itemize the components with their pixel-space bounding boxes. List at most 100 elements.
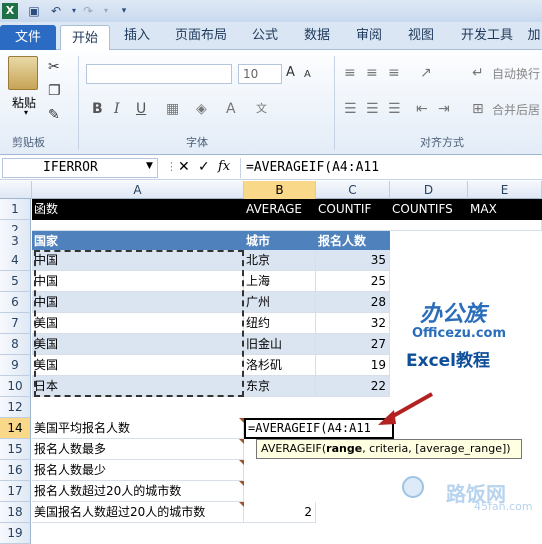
tab-review[interactable]: 审阅 <box>348 22 390 50</box>
cell-b3[interactable]: 城市 <box>244 231 316 250</box>
column-header-d[interactable]: D <box>390 181 468 199</box>
align-center-icon[interactable]: ☰ <box>366 100 379 118</box>
column-header-a[interactable]: A <box>32 181 244 199</box>
fill-color-icon[interactable]: ◈ <box>196 100 207 118</box>
tab-data[interactable]: 数据 <box>296 22 338 50</box>
row-header[interactable]: 15 <box>0 439 31 460</box>
cell-b18[interactable]: 2 <box>244 502 316 523</box>
cell-a4[interactable]: 中国 <box>32 250 244 271</box>
name-box[interactable]: IFERROR <box>2 158 158 178</box>
align-bottom-icon[interactable]: ≡ <box>388 64 400 82</box>
format-painter-icon[interactable]: ✎ <box>48 106 60 124</box>
cell-a1[interactable]: 函数 <box>32 199 244 220</box>
cell-a17[interactable]: 报名人数超过20人的城市数 <box>32 481 244 502</box>
grow-font-icon[interactable]: A <box>286 64 295 82</box>
border-icon[interactable]: ▦ <box>166 100 179 118</box>
font-size-box[interactable]: 10 <box>238 64 282 84</box>
copy-icon[interactable]: ❐ <box>48 82 61 100</box>
row-header[interactable]: 19 <box>0 523 31 544</box>
cell-a9[interactable]: 美国 <box>32 355 244 376</box>
increase-indent-icon[interactable]: ⇥ <box>438 100 450 118</box>
phonetic-icon[interactable]: 文 <box>256 100 267 118</box>
cell-a3[interactable]: 国家 <box>32 231 244 250</box>
align-left-icon[interactable]: ☰ <box>344 100 357 118</box>
cell-b8[interactable]: 旧金山 <box>244 334 316 355</box>
cell-c8[interactable]: 27 <box>316 334 390 355</box>
tab-home[interactable]: 开始 <box>60 25 110 51</box>
cell-c1[interactable]: COUNTIF <box>316 199 390 220</box>
cell-b1[interactable]: AVERAGE <box>244 199 316 220</box>
row-header[interactable]: 18 <box>0 502 31 523</box>
customize-toolbar-icon[interactable]: ▾ <box>116 3 132 19</box>
tab-page-layout[interactable]: 页面布局 <box>166 22 236 50</box>
cell-b6[interactable]: 广州 <box>244 292 316 313</box>
row-header[interactable]: 5 <box>0 271 31 292</box>
cancel-icon[interactable]: ✕ <box>178 159 190 175</box>
cell-a10[interactable]: 日本 <box>32 376 244 397</box>
save-icon[interactable]: ▣ <box>26 3 42 19</box>
tab-formulas[interactable]: 公式 <box>244 22 286 50</box>
cut-icon[interactable]: ✂ <box>48 58 60 76</box>
font-color-icon[interactable]: A <box>226 100 236 118</box>
align-top-icon[interactable]: ≡ <box>344 64 356 82</box>
row-header[interactable]: 4 <box>0 250 31 271</box>
cell-b5[interactable]: 上海 <box>244 271 316 292</box>
column-header-c[interactable]: C <box>316 181 390 199</box>
row-2-blank[interactable] <box>32 220 542 231</box>
tooltip-current-argument[interactable]: range <box>326 442 362 455</box>
bold-button[interactable]: B <box>92 100 103 118</box>
row-header[interactable]: 3 <box>0 231 31 252</box>
undo-icon[interactable]: ↶ <box>48 3 64 19</box>
merge-center-button[interactable]: 合并后居 <box>492 101 540 118</box>
cell-c4[interactable]: 35 <box>316 250 390 271</box>
paste-dropdown-icon[interactable]: ▾ <box>24 108 28 117</box>
cell-c3[interactable]: 报名人数 <box>316 231 390 250</box>
row-header-active[interactable]: 14 <box>0 418 31 439</box>
cell-e1[interactable]: MAX <box>468 199 542 220</box>
cell-c9[interactable]: 19 <box>316 355 390 376</box>
redo-dropdown-icon[interactable]: ▾ <box>98 3 114 19</box>
italic-button[interactable]: I <box>114 100 120 118</box>
font-name-box[interactable] <box>86 64 232 84</box>
orientation-icon[interactable]: ↗ <box>420 64 432 82</box>
cell-c7[interactable]: 32 <box>316 313 390 334</box>
insert-function-icon[interactable]: fx <box>218 159 230 174</box>
redo-icon[interactable]: ↷ <box>80 3 96 19</box>
tab-addins[interactable]: 加 <box>526 22 542 50</box>
cell-c5[interactable]: 25 <box>316 271 390 292</box>
row-header[interactable]: 17 <box>0 481 31 502</box>
cell-b10[interactable]: 东京 <box>244 376 316 397</box>
row-header[interactable]: 6 <box>0 292 31 313</box>
tab-view[interactable]: 视图 <box>400 22 442 50</box>
merge-center-icon[interactable]: ⊞ <box>472 100 484 118</box>
wrap-text-icon[interactable]: ↵ <box>472 64 484 82</box>
cell-a16[interactable]: 报名人数最少 <box>32 460 244 481</box>
enter-icon[interactable]: ✓ <box>198 159 210 175</box>
tab-insert[interactable]: 插入 <box>116 22 158 50</box>
row-header[interactable]: 1 <box>0 199 31 220</box>
column-header-e[interactable]: E <box>468 181 542 199</box>
cell-b9[interactable]: 洛杉矶 <box>244 355 316 376</box>
row-header[interactable]: 10 <box>0 376 31 397</box>
tab-developer[interactable]: 开发工具 <box>452 22 522 50</box>
cell-a14[interactable]: 美国平均报名人数 <box>32 418 244 439</box>
decrease-indent-icon[interactable]: ⇤ <box>416 100 428 118</box>
tab-file[interactable]: 文件 <box>0 25 56 50</box>
cell-b4[interactable]: 北京 <box>244 250 316 271</box>
row-header[interactable]: 8 <box>0 334 31 355</box>
cell-a6[interactable]: 中国 <box>32 292 244 313</box>
cell-b14-editing[interactable]: =AVERAGEIF(A4:A11 <box>244 418 394 439</box>
column-header-b[interactable]: B <box>244 181 316 199</box>
align-middle-icon[interactable]: ≡ <box>366 64 378 82</box>
cell-a15[interactable]: 报名人数最多 <box>32 439 244 460</box>
cell-a18[interactable]: 美国报名人数超过20人的城市数 <box>32 502 244 523</box>
wrap-text-button[interactable]: 自动换行 <box>492 65 540 82</box>
cell-b7[interactable]: 纽约 <box>244 313 316 334</box>
name-box-dropdown-icon[interactable]: ▼ <box>146 161 153 171</box>
row-header[interactable]: 12 <box>0 397 31 418</box>
formula-input[interactable]: =AVERAGEIF(A4:A11 <box>246 158 540 178</box>
shrink-font-icon[interactable]: A <box>304 66 311 84</box>
row-header[interactable]: 16 <box>0 460 31 481</box>
cell-c6[interactable]: 28 <box>316 292 390 313</box>
row-header[interactable]: 7 <box>0 313 31 334</box>
